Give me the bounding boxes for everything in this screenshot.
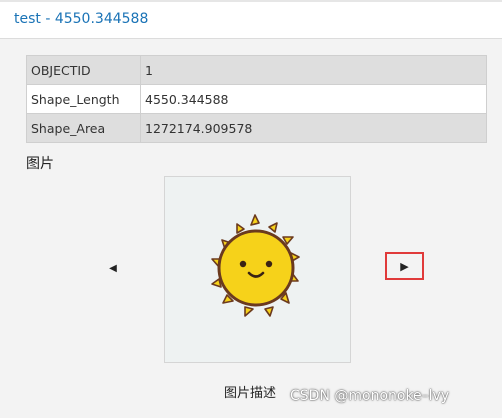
field-name: Shape_Area: [26, 113, 141, 143]
attribute-table: OBJECTID 1 Shape_Length 4550.344588 Shap…: [26, 55, 487, 143]
table-row: OBJECTID 1: [26, 55, 487, 85]
table-row: Shape_Area 1272174.909578: [26, 113, 487, 143]
sun-smiley-icon: [211, 214, 300, 317]
field-name: OBJECTID: [26, 55, 141, 85]
previous-image-button[interactable]: ◀: [104, 259, 122, 277]
field-value: 1272174.909578: [140, 113, 487, 143]
field-value: 1: [140, 55, 487, 85]
image-section-title: 图片: [26, 156, 54, 172]
field-name: Shape_Length: [26, 84, 141, 114]
triangle-right-icon: ▶: [400, 259, 409, 273]
field-value: 4550.344588: [140, 84, 487, 114]
image-caption: 图片描述: [224, 386, 277, 401]
triangle-left-icon: ◀: [109, 262, 117, 274]
watermark: CSDN @mononoke–lvy: [290, 388, 450, 404]
popup-title: test - 4550.344588: [14, 11, 149, 27]
table-row: Shape_Length 4550.344588: [26, 84, 487, 114]
attachment-image: [164, 176, 351, 363]
popup-title-bar: test - 4550.344588: [0, 2, 502, 39]
next-image-button[interactable]: ▶: [385, 252, 424, 280]
